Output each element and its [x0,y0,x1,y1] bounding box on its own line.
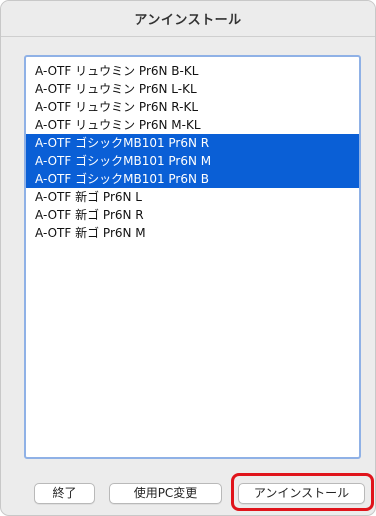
uninstall-window: アンインストール A-OTF リュウミン Pr6N B-KL A-OTF リュウ… [0,0,376,516]
list-item[interactable]: A-OTF 新ゴ Pr6N R [26,206,359,224]
change-pc-button[interactable]: 使用PC変更 [109,483,222,504]
list-item[interactable]: A-OTF リュウミン Pr6N R-KL [26,98,359,116]
title-bar: アンインストール [1,1,375,37]
list-item[interactable]: A-OTF ゴシックMB101 Pr6N M [26,152,359,170]
uninstall-button[interactable]: アンインストール [238,483,365,504]
window-title: アンインストール [134,13,242,28]
list-item[interactable]: A-OTF ゴシックMB101 Pr6N R [26,134,359,152]
quit-button[interactable]: 終了 [34,483,95,504]
list-item[interactable]: A-OTF ゴシックMB101 Pr6N B [26,170,359,188]
list-item[interactable]: A-OTF 新ゴ Pr6N L [26,188,359,206]
list-item[interactable]: A-OTF リュウミン Pr6N M-KL [26,116,359,134]
list-item[interactable]: A-OTF リュウミン Pr6N B-KL [26,62,359,80]
font-list[interactable]: A-OTF リュウミン Pr6N B-KL A-OTF リュウミン Pr6N L… [24,55,361,459]
list-item[interactable]: A-OTF リュウミン Pr6N L-KL [26,80,359,98]
list-item[interactable]: A-OTF 新ゴ Pr6N M [26,224,359,242]
